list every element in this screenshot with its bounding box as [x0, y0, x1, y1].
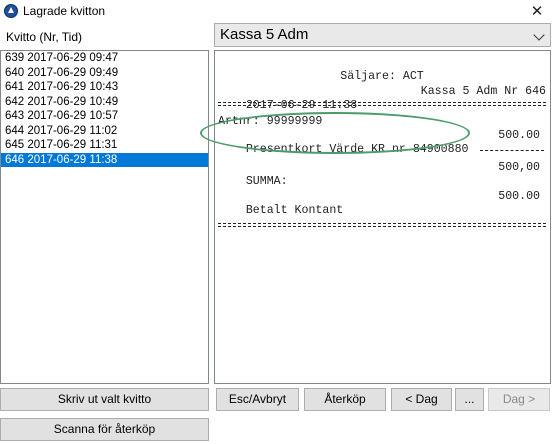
- next-day-button: Dag >: [488, 388, 550, 411]
- receipt-sum-line: SUMMA: 500,00: [218, 161, 546, 188]
- list-item[interactable]: 641 2017-06-29 10:43: [1, 80, 208, 95]
- receipt-seller: Säljare: ACT: [340, 70, 424, 83]
- kassa-selected-value: Kassa 5 Adm: [220, 26, 309, 43]
- more-button[interactable]: ...: [455, 388, 484, 411]
- app-logo-icon: [4, 4, 18, 18]
- receipt-sum-amount: 500,00: [498, 161, 540, 174]
- cancel-button[interactable]: Esc/Avbryt: [216, 388, 299, 411]
- list-item-selected[interactable]: 646 2017-06-29 11:38: [1, 152, 208, 167]
- receipt-footer-divider: [218, 223, 546, 227]
- window-title: Lagrade kvitton: [23, 4, 106, 18]
- receipt-preview: Säljare: ACT 2017-06-29 11:38 Kassa 5 Ad…: [214, 50, 551, 384]
- receipt-item-line: Presentkort Värde KR nr 84900880 500.00: [218, 129, 546, 156]
- list-item[interactable]: 644 2017-06-29 11:02: [1, 124, 208, 139]
- list-item[interactable]: 643 2017-06-29 10:57: [1, 109, 208, 124]
- receipt-paid-amount: 500.00: [498, 190, 540, 203]
- list-item[interactable]: 640 2017-06-29 09:49: [1, 66, 208, 81]
- close-icon[interactable]: ✕: [526, 1, 548, 21]
- receipt-header-line: 2017-06-29 11:38 Kassa 5 Adm Nr 646: [218, 85, 546, 112]
- return-button[interactable]: Återköp: [304, 388, 386, 411]
- receipt-item-amount: 500.00: [498, 129, 540, 142]
- print-selected-button[interactable]: Skriv ut valt kvitto: [0, 388, 209, 411]
- receipt-divider: [218, 102, 546, 106]
- receipt-paid-label: Betalt Kontant: [245, 204, 344, 217]
- receipt-sum-label: SUMMA:: [245, 175, 288, 188]
- kassa-dropdown[interactable]: Kassa 5 Adm: [214, 23, 551, 47]
- list-item[interactable]: 642 2017-06-29 10:49: [1, 95, 208, 110]
- receipt-item-desc: Presentkort Värde KR nr 84900880: [245, 143, 469, 156]
- receipt-list[interactable]: 639 2017-06-29 09:47 640 2017-06-29 09:4…: [0, 50, 209, 384]
- list-item[interactable]: 639 2017-06-29 09:47: [1, 51, 208, 66]
- chevron-down-icon: [533, 29, 545, 41]
- receipt-list-header: Kvitto (Nr, Tid): [6, 30, 83, 44]
- list-item[interactable]: 645 2017-06-29 11:31: [1, 138, 208, 153]
- scan-return-button[interactable]: Scanna för återköp: [0, 418, 209, 441]
- title-bar: Lagrade kvitton ✕: [0, 0, 554, 22]
- receipt-artnr: Artnr: 99999999: [218, 115, 323, 128]
- receipt-seller-line: Säljare: ACT: [218, 56, 546, 83]
- receipt-subtotal-divider: [480, 150, 544, 151]
- receipt-paid-line: Betalt Kontant 500.00: [218, 190, 546, 217]
- prev-day-button[interactable]: < Dag: [391, 388, 452, 411]
- receipt-register: Kassa 5 Adm Nr 646: [420, 85, 546, 98]
